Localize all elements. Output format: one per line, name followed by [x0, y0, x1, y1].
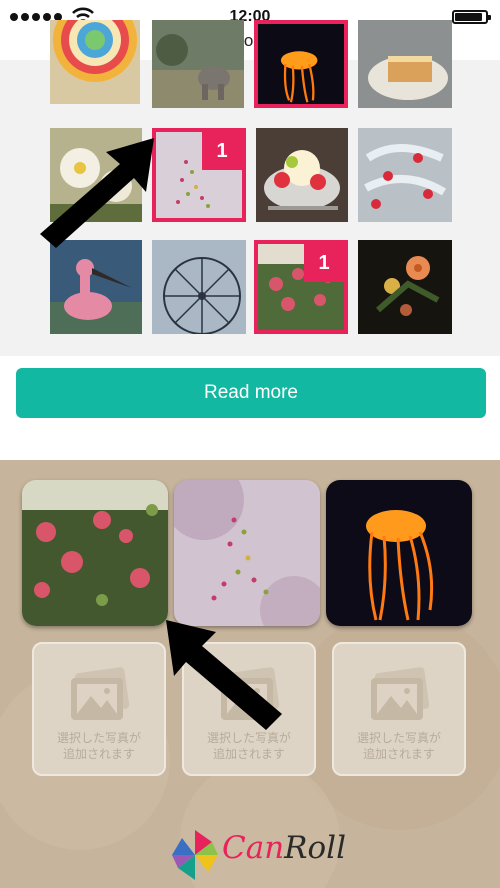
gallery-photo-lollipop[interactable] — [50, 20, 140, 104]
gallery-photo-roses[interactable]: 1 — [254, 240, 348, 334]
placeholder-text: 選択した写真が 追加されます — [206, 731, 291, 761]
selection-count-badge: 1 — [202, 132, 242, 170]
read-more-button[interactable]: Read more — [16, 368, 486, 418]
gallery-photo-ferris-wheel[interactable] — [152, 240, 246, 334]
image-placeholder-icon — [371, 667, 430, 720]
empty-photo-slot[interactable]: 選択した写真が 追加されます — [32, 642, 166, 776]
battery-icon — [452, 10, 491, 24]
image-placeholder-icon — [71, 667, 130, 720]
gallery-photo-duck[interactable] — [50, 240, 142, 334]
gallery-photo-blossom[interactable]: 1 — [152, 128, 246, 222]
pointer-arrow-icon — [166, 620, 282, 730]
gallery-photo-ribbons[interactable] — [358, 128, 452, 222]
canroll-logo: CanRoll — [170, 820, 346, 886]
gallery-photo-ice-cream[interactable] — [256, 128, 348, 222]
selected-photo-roses[interactable] — [22, 480, 168, 626]
gallery-photo-cake[interactable] — [358, 20, 452, 108]
selected-photo-jellyfish[interactable] — [326, 480, 472, 626]
pointer-arrow-icon — [40, 138, 154, 248]
placeholder-text: 選択した写真が 追加されます — [356, 731, 441, 761]
selection-count-badge: 1 — [304, 244, 344, 282]
gallery-photo-jellyfish[interactable] — [254, 20, 348, 108]
selected-photo-blossom[interactable] — [174, 480, 320, 626]
empty-photo-slot[interactable]: 選択した写真が 追加されます — [332, 642, 466, 776]
gallery-photo-elephant[interactable] — [152, 20, 244, 108]
placeholder-text: 選択した写真が 追加されます — [56, 731, 141, 761]
gallery-photo-bouquet[interactable] — [358, 240, 452, 334]
pinwheel-logo-icon — [172, 830, 218, 880]
logo-text: CanRoll — [222, 830, 347, 866]
